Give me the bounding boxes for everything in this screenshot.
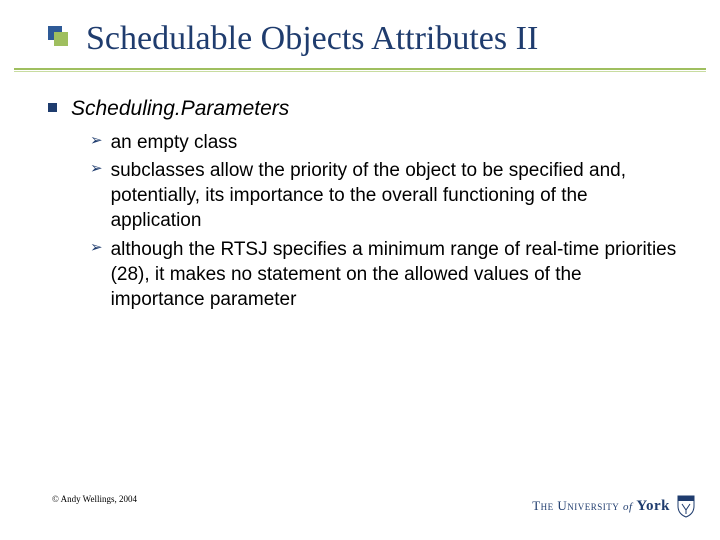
level1-heading: Scheduling.Parameters [71,96,289,122]
list-item: ➢ subclasses allow the priority of the o… [90,158,680,233]
university-logo: The University of York [532,494,696,518]
arrow-bullet-icon: ➢ [90,131,103,151]
title-area: Schedulable Objects Attributes II [48,20,700,58]
arrow-bullet-icon: ➢ [90,159,103,179]
square-bullet-icon [48,103,57,112]
list-item-text: although the RTSJ specifies a minimum ra… [111,237,680,312]
list-item: ➢ although the RTSJ specifies a minimum … [90,237,680,312]
logo-of: of [623,501,633,513]
list-item-text: an empty class [111,130,238,155]
divider [14,68,706,70]
level2-list: ➢ an empty class ➢ subclasses allow the … [90,130,680,312]
arrow-bullet-icon: ➢ [90,238,103,258]
copyright: © Andy Wellings, 2004 [52,494,137,504]
content-area: Scheduling.Parameters ➢ an empty class ➢… [48,96,680,315]
slide-title: Schedulable Objects Attributes II [86,20,700,58]
logo-text: The University of York [532,498,670,515]
list-item-text: subclasses allow the priority of the obj… [111,158,680,233]
logo-name: York [636,498,670,514]
logo-prefix: The University [532,498,619,513]
shield-icon [676,494,696,518]
level1-item: Scheduling.Parameters [48,96,680,122]
list-item: ➢ an empty class [90,130,680,155]
slide: Schedulable Objects Attributes II Schedu… [0,0,720,540]
divider-shadow [14,71,706,72]
title-accent-icon [48,26,62,40]
